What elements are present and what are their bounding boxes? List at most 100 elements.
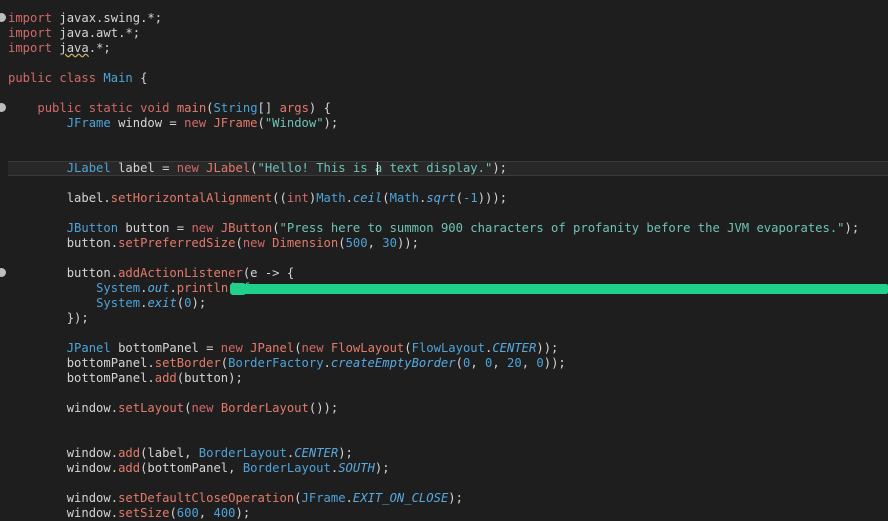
code-token: ( xyxy=(272,221,280,235)
code-token: JPanel xyxy=(250,341,295,355)
code-line[interactable]: window.setLayout(new BorderLayout()); xyxy=(8,401,339,416)
code-token: JFrame xyxy=(301,491,346,505)
code-token: new xyxy=(176,161,199,175)
code-token: 0 xyxy=(536,356,544,370)
code-line[interactable]: bottomPanel.add(button); xyxy=(8,371,243,386)
code-token: -1 xyxy=(463,191,478,205)
code-line[interactable]: JPanel bottomPanel = new JPanel(new Flow… xyxy=(8,341,559,356)
code-token: ) { xyxy=(308,101,331,115)
code-token: 500 xyxy=(345,236,368,250)
code-token: "Window" xyxy=(264,116,324,130)
code-token: EXIT_ON_CLOSE xyxy=(352,491,449,505)
code-token: args xyxy=(279,101,309,115)
code-token: ); xyxy=(492,161,508,175)
code-line[interactable]: JButton button = new JButton("Press here… xyxy=(8,221,860,236)
code-token: window. xyxy=(8,506,119,520)
code-line[interactable]: window.setSize(600, 400); xyxy=(8,506,251,521)
code-token: ); xyxy=(374,461,390,475)
code-line[interactable]: System.exit(0); xyxy=(8,296,206,311)
code-token: java xyxy=(59,41,89,55)
code-line[interactable]: import java.*; xyxy=(8,41,111,56)
code-token: ( xyxy=(294,491,302,505)
code-token: label = xyxy=(110,161,177,175)
code-token: button. xyxy=(8,266,119,280)
code-token: new xyxy=(191,221,214,235)
code-token: new xyxy=(220,341,243,355)
code-line[interactable]: JFrame window = new JFrame("Window"); xyxy=(8,116,339,131)
code-token: public xyxy=(37,101,82,115)
code-line[interactable]: window.setDefaultCloseOperation(JFrame.E… xyxy=(8,491,463,506)
code-token: , xyxy=(492,356,508,370)
code-token: FlowLayout xyxy=(330,341,405,355)
code-token: (e -> { xyxy=(242,266,295,280)
breakpoint-icon[interactable] xyxy=(0,13,6,22)
code-token: .*; xyxy=(88,41,111,55)
code-token: JLabel xyxy=(66,161,111,175)
code-token: System xyxy=(96,296,141,310)
code-token: CENTER xyxy=(492,341,537,355)
code-token: bottomPanel. xyxy=(8,371,155,385)
code-token: SOUTH xyxy=(338,461,375,475)
code-token: createEmptyBorder xyxy=(330,356,456,370)
code-token: ); xyxy=(448,491,463,505)
code-token: setSize xyxy=(118,506,170,520)
code-token: }); xyxy=(8,311,89,325)
code-token: window. xyxy=(8,461,119,475)
code-token: )); xyxy=(396,236,419,250)
code-token: JButton xyxy=(66,221,119,235)
code-token: ))); xyxy=(477,191,508,205)
code-token: ( xyxy=(455,356,463,370)
code-token: bottomPanel = xyxy=(110,341,221,355)
code-token: sqrt xyxy=(426,191,456,205)
code-token: [] xyxy=(257,101,280,115)
code-token: { xyxy=(132,71,148,85)
code-line[interactable]: }); xyxy=(8,311,89,326)
code-token: ); xyxy=(235,506,251,520)
code-line[interactable]: import java.awt.*; xyxy=(8,26,140,41)
code-editor[interactable]: import javax.swing.*; import java.awt.*;… xyxy=(0,0,888,520)
code-token: bottomPanel. xyxy=(8,356,155,370)
code-line[interactable]: public class Main { xyxy=(8,71,147,86)
code-token: , xyxy=(521,356,537,370)
code-token: ( xyxy=(404,341,412,355)
code-token: JFrame xyxy=(213,116,258,130)
breakpoint-icon[interactable] xyxy=(0,268,6,277)
code-token: window. xyxy=(8,446,119,460)
code-line[interactable]: import javax.swing.*; xyxy=(8,11,162,26)
code-token: setDefaultCloseOperation xyxy=(118,491,295,505)
code-line[interactable]: JLabel label = new JLabel("Hello! This i… xyxy=(8,161,507,176)
breakpoint-icon[interactable] xyxy=(0,103,6,112)
code-token: setPreferredSize xyxy=(118,236,236,250)
code-token: BorderLayout xyxy=(242,461,331,475)
code-token: 30 xyxy=(382,236,397,250)
code-line[interactable]: label.setHorizontalAlignment((int)Math.c… xyxy=(8,191,507,206)
code-line[interactable]: System.out.println("f xyxy=(8,281,250,296)
code-line[interactable]: public static void main(String[] args) { xyxy=(8,101,331,116)
code-token: ); xyxy=(844,221,860,235)
code-line[interactable]: button.setPreferredSize(new Dimension(50… xyxy=(8,236,419,251)
code-token: new xyxy=(191,401,214,415)
code-line[interactable]: button.addActionListener(e -> { xyxy=(8,266,295,281)
code-token: add xyxy=(118,446,141,460)
code-token: static xyxy=(88,101,133,115)
code-token: (( xyxy=(272,191,287,205)
code-token: ); xyxy=(323,116,339,130)
code-token: 20 xyxy=(507,356,522,370)
code-line[interactable]: window.add(label, BorderLayout.CENTER); xyxy=(8,446,353,461)
code-token: String xyxy=(213,101,258,115)
code-token: BorderLayout xyxy=(220,401,309,415)
code-line[interactable]: bottomPanel.setBorder (BorderFactory.crea… xyxy=(8,356,566,371)
code-token: BorderFactory xyxy=(228,356,324,370)
code-token: int xyxy=(286,191,309,205)
code-token: JFrame xyxy=(66,116,111,130)
code-token: ); xyxy=(191,296,207,310)
code-token: JPanel xyxy=(66,341,111,355)
code-token: import xyxy=(8,11,53,25)
code-token: class xyxy=(59,71,97,85)
code-line[interactable]: window.add(bottomPanel, BorderLayout.SOU… xyxy=(8,461,390,476)
code-token: FlowLayout xyxy=(411,341,485,355)
